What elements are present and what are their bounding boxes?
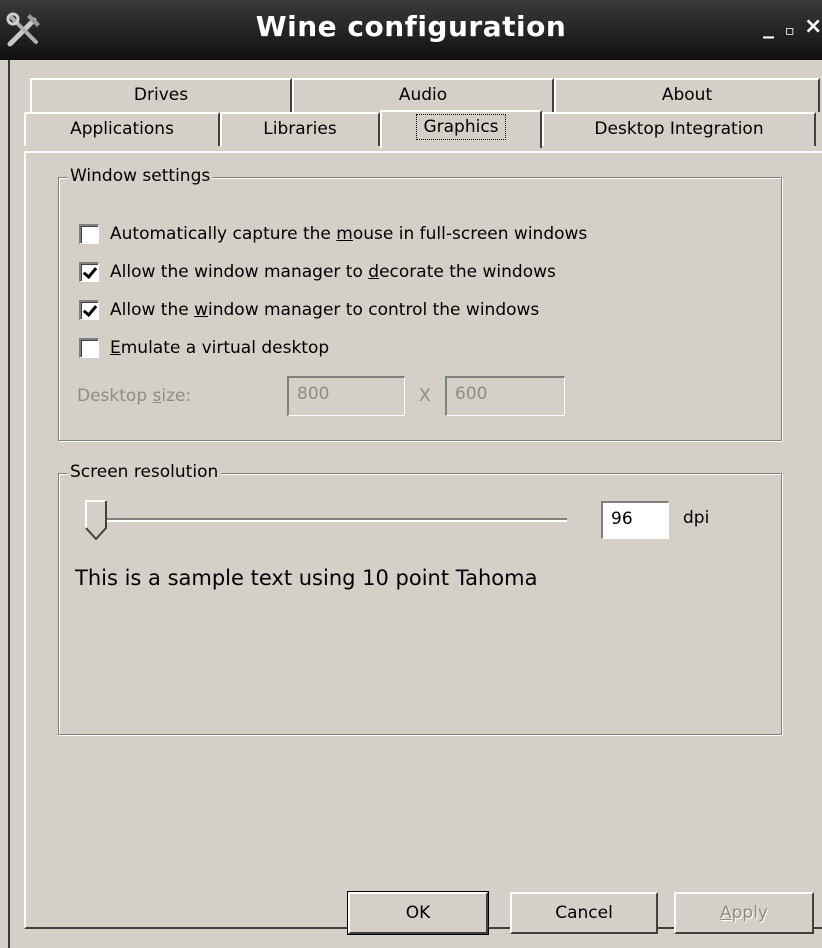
- decorate-windows-checkbox[interactable]: [79, 262, 99, 282]
- graphics-tab-panel: Window settings Automatically capture th…: [24, 151, 822, 929]
- cancel-button[interactable]: Cancel: [510, 892, 658, 934]
- dpi-slider-track[interactable]: [95, 518, 567, 522]
- tab-audio[interactable]: Audio: [292, 78, 554, 112]
- minimize-button[interactable]: _: [763, 16, 774, 38]
- screen-resolution-group: Screen resolution 96 dpi This is a sampl…: [58, 462, 782, 735]
- window-body: Drives Audio About Applications Librarie…: [8, 60, 822, 948]
- dpi-slider-thumb[interactable]: [85, 500, 107, 540]
- virtual-desktop-checkbox-row[interactable]: Emulate a virtual desktop: [79, 336, 329, 360]
- dpi-input[interactable]: 96: [601, 501, 669, 539]
- tab-about[interactable]: About: [554, 78, 820, 112]
- tab-libraries[interactable]: Libraries: [220, 112, 380, 146]
- desktop-width-input[interactable]: 800: [287, 376, 405, 416]
- apply-button[interactable]: Apply: [674, 892, 814, 934]
- tab-desktop-integration[interactable]: Desktop Integration: [542, 112, 816, 146]
- ok-button[interactable]: OK: [347, 891, 489, 935]
- window-settings-group: Window settings Automatically capture th…: [58, 166, 782, 441]
- desktop-size-label: Desktop size:: [77, 386, 192, 406]
- dpi-unit-label: dpi: [683, 508, 710, 528]
- tab-graphics[interactable]: Graphics: [380, 110, 542, 148]
- maximize-button[interactable]: ▫: [785, 20, 795, 42]
- tab-applications[interactable]: Applications: [24, 112, 220, 146]
- capture-mouse-checkbox-row[interactable]: Automatically capture the mouse in full-…: [79, 222, 587, 246]
- screen-resolution-title: Screen resolution: [67, 462, 222, 482]
- control-windows-checkbox-row[interactable]: Allow the window manager to control the …: [79, 298, 539, 322]
- sample-text: This is a sample text using 10 point Tah…: [75, 566, 538, 590]
- control-windows-checkbox[interactable]: [79, 300, 99, 320]
- desktop-height-input[interactable]: 600: [445, 376, 565, 416]
- close-button[interactable]: ×: [804, 16, 822, 38]
- tab-drives[interactable]: Drives: [30, 78, 292, 112]
- window-title: Wine configuration: [255, 10, 567, 43]
- capture-mouse-checkbox[interactable]: [79, 224, 99, 244]
- title-bar[interactable]: Wine configuration _ ▫ ×: [0, 0, 822, 60]
- desktop-size-separator: X: [419, 386, 431, 406]
- virtual-desktop-checkbox[interactable]: [79, 338, 99, 358]
- window-settings-title: Window settings: [67, 166, 214, 186]
- decorate-windows-checkbox-row[interactable]: Allow the window manager to decorate the…: [79, 260, 556, 284]
